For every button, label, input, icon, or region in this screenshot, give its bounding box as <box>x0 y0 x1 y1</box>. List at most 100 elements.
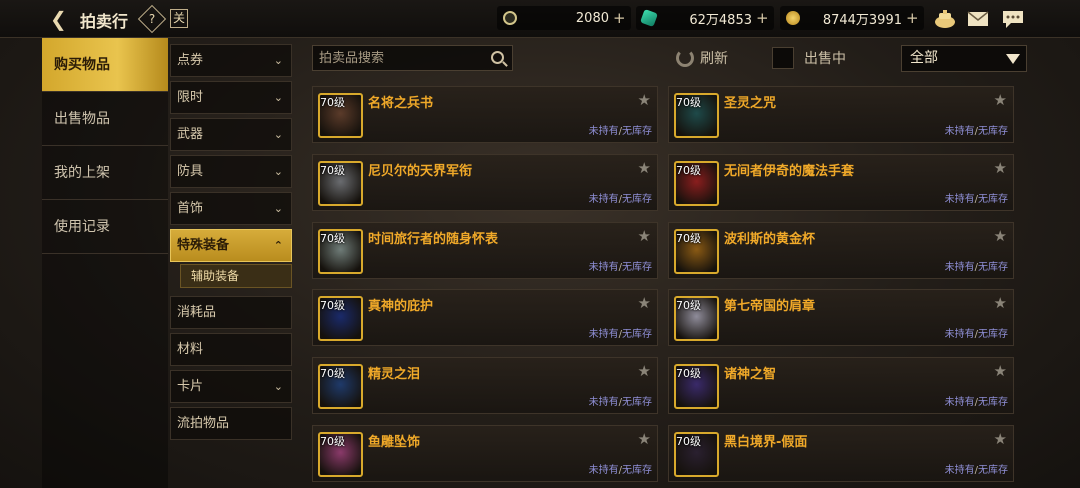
currency-gold: 8744万3991 + <box>780 6 924 30</box>
item-level: 70级 <box>320 299 345 313</box>
item-card[interactable]: 70级 圣灵之咒 ★ 未持有/无库存 <box>668 86 1014 143</box>
category-consumables[interactable]: 消耗品 <box>170 296 292 329</box>
favorite-star-icon[interactable]: ★ <box>994 294 1007 312</box>
chevron-down-icon: ⌄ <box>273 202 283 215</box>
treasure-pot-icon[interactable] <box>933 8 957 30</box>
item-status: 未持有/无库存 <box>944 261 1008 273</box>
item-status: 未持有/无库存 <box>944 465 1008 476</box>
item-status: 未持有/无库存 <box>944 126 1008 137</box>
currency-amount: 2080 <box>575 10 609 26</box>
mail-icon[interactable] <box>966 8 990 30</box>
item-name: 真神的庇护 <box>368 299 434 315</box>
top-bar: ❮ 拍卖行 ? 关 2080 + 62万4853 + 8744万3991 + <box>0 0 1080 38</box>
item-status: 未持有/无库存 <box>588 465 652 476</box>
currency-amount: 8744万3991 <box>822 12 902 28</box>
category-jewelry[interactable]: 首饰 ⌄ <box>170 192 292 225</box>
item-card[interactable]: 70级 第七帝国的肩章 ★ 未持有/无库存 <box>668 289 1014 347</box>
item-name: 精灵之泪 <box>368 367 421 383</box>
item-name: 无间者伊奇的魔法手套 <box>724 163 855 179</box>
search-bar <box>312 45 513 71</box>
item-level: 70级 <box>676 231 701 245</box>
item-name: 诸神之智 <box>724 367 777 383</box>
item-name: 黑白境界-假面 <box>724 435 808 450</box>
menu-my-listings[interactable]: 我的上架 <box>42 146 168 200</box>
calendar-icon[interactable]: 关 <box>170 9 188 28</box>
dropdown-triangle-icon <box>1006 54 1020 64</box>
gold-coin-icon <box>786 11 800 25</box>
category-weapon[interactable]: 武器 ⌄ <box>170 118 292 151</box>
item-card[interactable]: 70级 尼贝尔的天界军衔 ★ 未持有/无库存 <box>312 153 658 211</box>
item-status: 未持有/无库存 <box>588 329 652 341</box>
item-name: 鱼雕坠饰 <box>368 435 421 450</box>
add-currency-button[interactable]: + <box>906 9 919 27</box>
item-card[interactable]: 70级 诸神之智 ★ 未持有/无库存 <box>668 357 1014 415</box>
category-cards[interactable]: 卡片 ⌄ <box>170 370 292 403</box>
item-name: 尼贝尔的天界军衔 <box>368 163 473 179</box>
item-status: 未持有/无库存 <box>944 193 1008 205</box>
left-menu: 购买物品 出售物品 我的上架 使用记录 <box>42 38 168 488</box>
item-card[interactable]: 70级 无间者伊奇的魔法手套 ★ 未持有/无库存 <box>668 153 1014 211</box>
chat-icon[interactable] <box>1001 8 1025 30</box>
search-icon[interactable] <box>491 51 504 64</box>
item-card[interactable]: 70级 鱼雕坠饰 ★ 未持有/无库存 <box>312 425 658 482</box>
item-name: 圣灵之咒 <box>724 96 777 111</box>
item-status: 未持有/无库存 <box>944 397 1008 409</box>
item-level: 70级 <box>320 435 345 448</box>
item-card[interactable]: 70级 名将之兵书 ★ 未持有/无库存 <box>312 86 658 143</box>
menu-usage-history[interactable]: 使用记录 <box>42 200 168 254</box>
currency-cera: 62万4853 + <box>636 6 774 30</box>
item-level: 70级 <box>676 96 701 109</box>
favorite-star-icon[interactable]: ★ <box>638 362 651 380</box>
chevron-down-icon: ⌄ <box>273 128 283 141</box>
item-level: 70级 <box>320 231 345 245</box>
item-card[interactable]: 70级 黑白境界-假面 ★ 未持有/无库存 <box>668 425 1014 482</box>
item-name: 波利斯的黄金杯 <box>724 231 816 247</box>
favorite-star-icon[interactable]: ★ <box>638 430 651 448</box>
favorite-star-icon[interactable]: ★ <box>638 294 651 312</box>
item-name: 第七帝国的肩章 <box>724 299 816 315</box>
category-special-equipment[interactable]: 特殊装备 ⌃ <box>170 229 292 262</box>
add-currency-button[interactable]: + <box>613 9 626 27</box>
item-level: 70级 <box>320 96 345 109</box>
item-level: 70级 <box>676 435 701 448</box>
chevron-down-icon: ⌄ <box>273 91 283 104</box>
favorite-star-icon[interactable]: ★ <box>994 159 1007 177</box>
item-card[interactable]: 70级 真神的庇护 ★ 未持有/无库存 <box>312 289 658 347</box>
category-armor[interactable]: 防具 ⌄ <box>170 155 292 188</box>
help-icon[interactable]: ? <box>137 4 167 34</box>
item-card[interactable]: 70级 精灵之泪 ★ 未持有/无库存 <box>312 357 658 415</box>
category-list: 点券 ⌄ 限时 ⌄ 武器 ⌄ 防具 ⌄ 首饰 ⌄ 特殊装备 ⌃ 辅助装备 消耗品 材料 卡片… <box>170 44 292 444</box>
favorite-star-icon[interactable]: ★ <box>638 227 651 245</box>
favorite-star-icon[interactable]: ★ <box>994 362 1007 380</box>
item-card[interactable]: 70级 时间旅行者的随身怀表 ★ 未持有/无库存 <box>312 221 658 279</box>
menu-buy-items[interactable]: 购买物品 <box>42 38 168 92</box>
favorite-star-icon[interactable]: ★ <box>994 430 1007 448</box>
favorite-star-icon[interactable]: ★ <box>994 91 1007 109</box>
refresh-button[interactable]: 刷新 <box>676 48 728 68</box>
favorite-star-icon[interactable]: ★ <box>994 227 1007 245</box>
item-status: 未持有/无库存 <box>588 397 652 409</box>
category-failed-auctions[interactable]: 流拍物品 <box>170 407 292 440</box>
menu-sell-items[interactable]: 出售物品 <box>42 92 168 146</box>
refresh-icon <box>676 49 694 67</box>
category-coupon[interactable]: 点券 ⌄ <box>170 44 292 77</box>
add-currency-button[interactable]: + <box>756 9 769 27</box>
item-status: 未持有/无库存 <box>588 261 652 273</box>
search-input[interactable] <box>313 46 483 70</box>
currency-coupon: 2080 + <box>497 6 631 30</box>
item-level: 70级 <box>676 299 701 313</box>
category-limited[interactable]: 限时 ⌄ <box>170 81 292 114</box>
chevron-down-icon: ⌄ <box>273 165 283 178</box>
favorite-star-icon[interactable]: ★ <box>638 91 651 109</box>
back-arrow-icon[interactable]: ❮ <box>50 8 72 30</box>
filter-dropdown[interactable]: 全部 <box>901 45 1027 72</box>
on-sale-toggle[interactable]: 出售中 <box>772 47 846 69</box>
favorite-star-icon[interactable]: ★ <box>638 159 651 177</box>
item-card[interactable]: 70级 波利斯的黄金杯 ★ 未持有/无库存 <box>668 221 1014 279</box>
item-level: 70级 <box>320 367 345 381</box>
category-materials[interactable]: 材料 <box>170 333 292 366</box>
item-name: 名将之兵书 <box>368 96 434 111</box>
on-sale-checkbox[interactable] <box>772 47 794 69</box>
item-level: 70级 <box>676 367 701 381</box>
subcategory-auxiliary-equipment[interactable]: 辅助装备 <box>180 264 292 288</box>
